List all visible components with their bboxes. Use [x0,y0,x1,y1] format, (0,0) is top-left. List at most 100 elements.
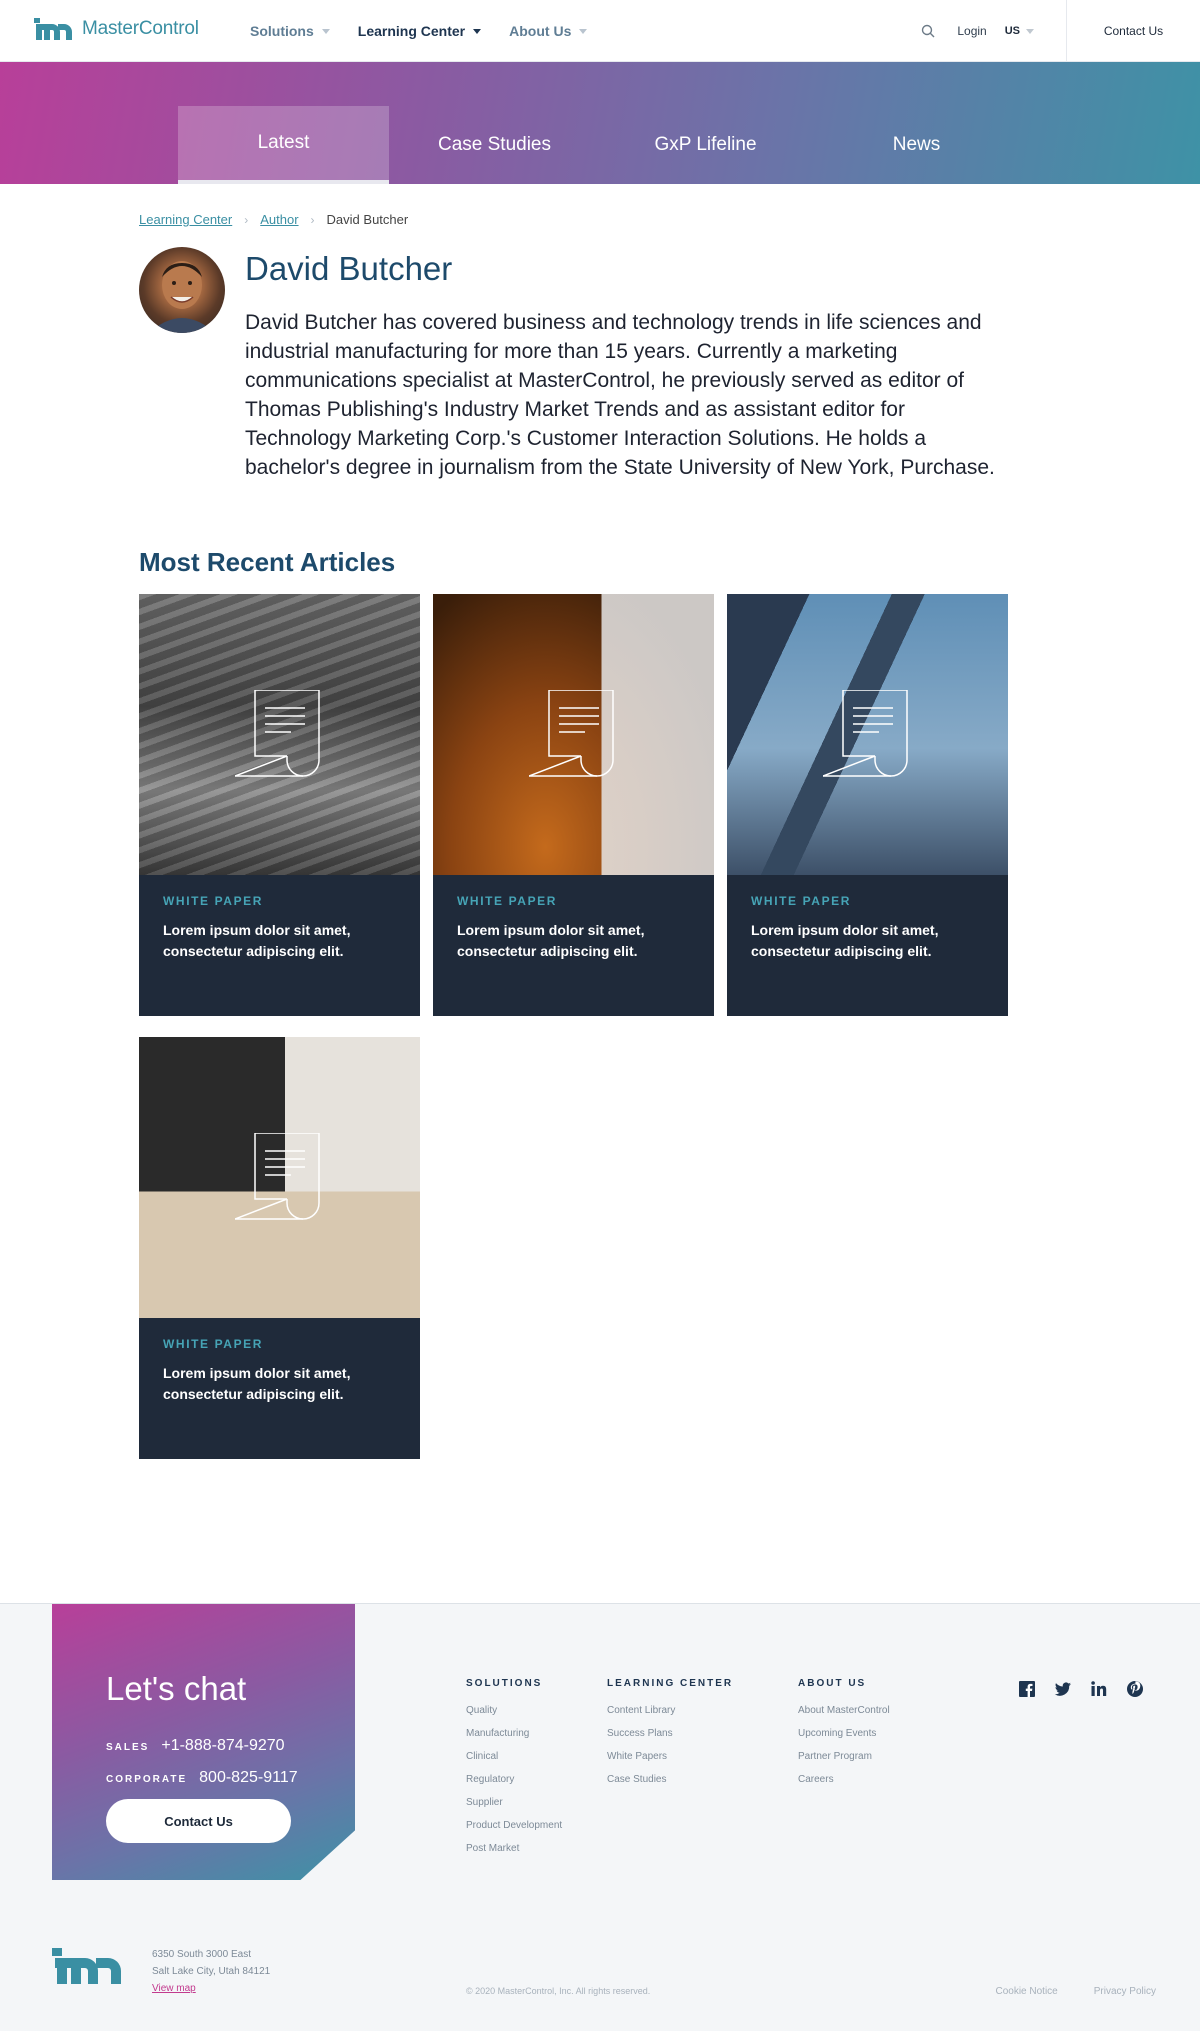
tab-gxp-lifeline[interactable]: GxP Lifeline [600,106,811,184]
footer-link[interactable]: Post Market [466,1843,562,1854]
lets-chat-panel: Let's chat SALES +1-888-874-9270 CORPORA… [52,1604,355,1880]
section-tabs: Latest Case Studies GxP Lifeline News [178,106,1022,184]
chevron-down-icon [1026,28,1034,34]
article-type: WHITE PAPER [751,894,852,908]
footer-link[interactable]: Careers [798,1774,890,1785]
corporate-phone[interactable]: 800-825-9117 [199,1769,297,1787]
nav-solutions[interactable]: Solutions [250,23,330,39]
white-paper-icon [823,690,908,777]
footer-link[interactable]: Case Studies [607,1774,733,1785]
lets-chat-title: Let's chat [106,1670,247,1707]
white-paper-icon [235,1133,320,1220]
locale-label: US [1004,25,1020,37]
nav-about-us[interactable]: About Us [509,23,588,39]
chevron-down-icon [321,28,330,34]
corporate-phone-row: CORPORATE 800-825-9117 [106,1769,298,1787]
article-card[interactable]: WHITE PAPER Lorem ipsum dolor sit amet, … [139,594,420,1016]
facebook-icon[interactable] [1018,1680,1036,1698]
nav-learning-center[interactable]: Learning Center [357,23,482,39]
article-image [727,594,1008,875]
breadcrumb-author[interactable]: Author [260,212,298,227]
mastercontrol-logo[interactable]: MasterControl [34,18,199,40]
footer-link[interactable]: Upcoming Events [798,1728,890,1739]
login-link[interactable]: Login [957,24,986,38]
breadcrumb-current: David Butcher [326,212,409,227]
breadcrumb: Learning Center › Author › David Butcher [139,212,408,227]
footer-col-learning-center: LEARNING CENTER Content Library Success … [607,1678,733,1797]
nav-about-us-label: About Us [509,23,572,39]
footer-col-about-us: ABOUT US About MasterControl Upcoming Ev… [798,1678,890,1797]
white-paper-icon [529,690,614,777]
footer-link[interactable]: Partner Program [798,1751,890,1762]
article-title: Lorem ipsum dolor sit amet, consectetur … [457,922,645,959]
top-nav: MasterControl Solutions Learning Center … [0,0,1200,62]
contact-us-button[interactable]: Contact Us [1066,0,1200,62]
sales-phone-row: SALES +1-888-874-9270 [106,1737,285,1755]
twitter-icon[interactable] [1054,1680,1072,1698]
article-type: WHITE PAPER [163,1337,264,1351]
locale-selector[interactable]: US [1005,25,1034,37]
article-title: Lorem ipsum dolor sit amet, consectetur … [751,922,939,959]
copyright-text: © 2020 MasterControl, Inc. All rights re… [466,1986,651,1996]
search-icon[interactable] [921,24,935,38]
article-card[interactable]: WHITE PAPER Lorem ipsum dolor sit amet, … [727,594,1008,1016]
footer-link[interactable]: Supplier [466,1797,562,1808]
recent-articles-heading: Most Recent Articles [139,547,396,577]
article-type: WHITE PAPER [163,894,264,908]
author-avatar [139,247,225,333]
footer-link[interactable]: About MasterControl [798,1705,890,1716]
footer-link[interactable]: Regulatory [466,1774,562,1785]
site-footer: Let's chat SALES +1-888-874-9270 CORPORA… [0,1603,1200,2031]
privacy-policy-link[interactable]: Privacy Policy [1094,1986,1156,1997]
cookie-notice-link[interactable]: Cookie Notice [995,1986,1057,1997]
person-photo-icon [149,261,215,333]
article-card[interactable]: WHITE PAPER Lorem ipsum dolor sit amet, … [433,594,714,1016]
footer-contact-us-button[interactable]: Contact Us [106,1799,291,1843]
tab-latest[interactable]: Latest [178,106,389,184]
footer-link[interactable]: Manufacturing [466,1728,562,1739]
footer-col-solutions: SOLUTIONS Quality Manufacturing Clinical… [466,1678,562,1866]
address-line-1: 6350 South 3000 East [152,1949,251,1960]
white-paper-icon [235,690,320,777]
view-map-link[interactable]: View map [152,1980,270,1997]
footer-link[interactable]: Content Library [607,1705,733,1716]
footer-link[interactable]: Quality [466,1705,562,1716]
tab-case-studies[interactable]: Case Studies [389,106,600,184]
tab-news[interactable]: News [811,106,1022,184]
pinterest-icon[interactable] [1126,1680,1144,1698]
article-type: WHITE PAPER [457,894,558,908]
chevron-right-icon: › [310,212,315,227]
article-image [433,594,714,875]
footer-col-heading: LEARNING CENTER [607,1678,734,1689]
nav-learning-center-label: Learning Center [357,23,466,39]
footer-col-heading: SOLUTIONS [466,1678,543,1689]
footer-link[interactable]: Product Development [466,1820,562,1831]
legal-links: Cookie Notice Privacy Policy [995,1986,1156,1997]
footer-logo-icon[interactable] [52,1948,128,1984]
author-bio: David Butcher has covered business and t… [245,311,995,479]
nav-utilities: Login US Contact Us [921,0,1200,62]
article-title: Lorem ipsum dolor sit amet, consectetur … [163,922,351,959]
sales-label: SALES [106,1742,150,1753]
footer-link[interactable]: White Papers [607,1751,733,1762]
nav-solutions-label: Solutions [250,23,314,39]
article-image [139,594,420,875]
footer-link[interactable]: Success Plans [607,1728,733,1739]
logo-wordmark: MasterControl [82,18,199,39]
footer-link[interactable]: Clinical [466,1751,562,1762]
logo-mark-icon [34,18,72,40]
breadcrumb-learning-center[interactable]: Learning Center [139,212,232,227]
footer-col-heading: ABOUT US [798,1678,867,1689]
chevron-right-icon: › [244,212,249,227]
author-name: David Butcher [245,250,453,287]
article-title: Lorem ipsum dolor sit amet, consectetur … [163,1365,351,1402]
article-image [139,1037,420,1318]
article-card[interactable]: WHITE PAPER Lorem ipsum dolor sit amet, … [139,1037,420,1459]
chevron-down-icon [473,28,482,34]
address-line-2: Salt Lake City, Utah 84121 [152,1966,271,1977]
sales-phone[interactable]: +1-888-874-9270 [161,1737,284,1755]
primary-nav: Solutions Learning Center About Us [250,0,588,62]
chevron-down-icon [579,28,588,34]
linkedin-icon[interactable] [1090,1680,1108,1698]
company-address: 6350 South 3000 East Salt Lake City, Uta… [152,1946,270,1997]
